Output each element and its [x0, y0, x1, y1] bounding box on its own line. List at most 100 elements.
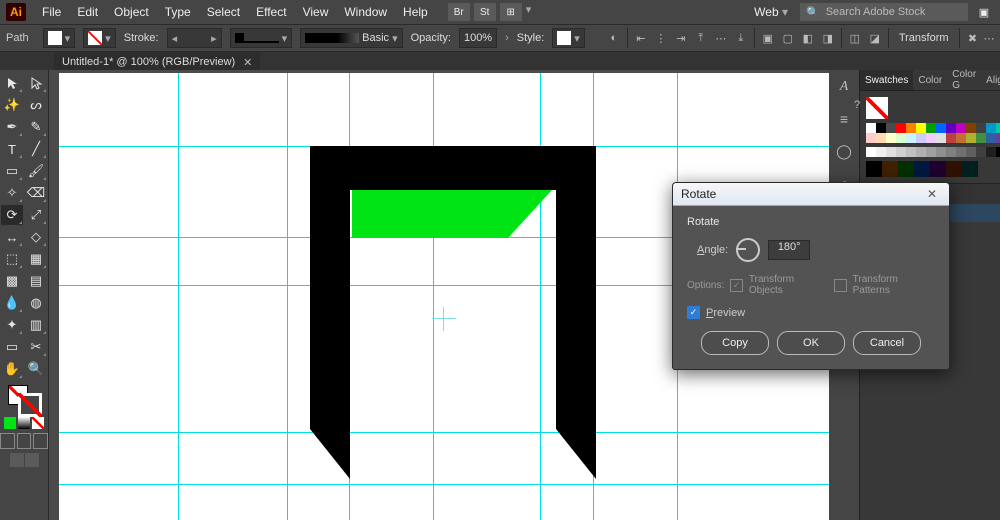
shape-minus-icon[interactable]: ▢	[779, 29, 797, 47]
pen-tool[interactable]: ✒	[1, 117, 23, 137]
graph-tool[interactable]: ▥	[25, 315, 47, 335]
guide-vertical[interactable]	[287, 73, 288, 520]
bridge-icon[interactable]: Br	[448, 3, 470, 21]
artboard-tool[interactable]: ▭	[1, 337, 23, 357]
tab-color[interactable]: Color	[913, 70, 947, 90]
close-icon[interactable]: ✕	[923, 186, 941, 202]
current-swatch-none[interactable]	[866, 97, 888, 119]
transform-panel-button[interactable]: Transform	[893, 32, 955, 44]
stroke-weight-input[interactable]: ◂▸	[167, 28, 222, 48]
guide-vertical[interactable]	[433, 73, 434, 520]
search-stock-input[interactable]: 🔍 Search Adobe Stock	[800, 3, 968, 21]
color-mode-none[interactable]	[32, 417, 44, 429]
symbol-sprayer-tool[interactable]: ✦	[1, 315, 23, 335]
preview-checkbox[interactable]: ✓	[687, 306, 700, 319]
fill-swatch[interactable]: ▾	[43, 28, 76, 48]
green-shape[interactable]	[352, 190, 552, 238]
align-top-icon[interactable]: ⤒	[692, 29, 710, 47]
var-width-profile[interactable]: ▾	[230, 28, 293, 48]
opacity-presets[interactable]: ›	[505, 32, 509, 44]
hand-tool[interactable]: ✋	[1, 359, 23, 379]
stroke-swatch[interactable]: ▾	[83, 28, 116, 48]
menu-help[interactable]: Help	[395, 5, 436, 19]
swatch[interactable]	[876, 123, 886, 133]
screen-mode-toggle[interactable]	[0, 453, 48, 467]
swatch[interactable]	[886, 123, 896, 133]
paintbrush-tool[interactable]: 🖌	[25, 161, 47, 181]
gradient-tool[interactable]: ▤	[25, 271, 47, 291]
swatch[interactable]	[956, 147, 966, 157]
isolate-icon[interactable]: ◫	[846, 29, 864, 47]
width-tool[interactable]: ↔	[1, 227, 23, 247]
swatch[interactable]	[916, 133, 926, 143]
dialog-titlebar[interactable]: Rotate ✕	[673, 183, 949, 206]
cancel-button[interactable]: Cancel	[853, 331, 921, 355]
swatch[interactable]	[996, 133, 1000, 143]
align-left-icon[interactable]: ⇤	[632, 29, 650, 47]
right-bar-shape[interactable]	[556, 146, 596, 429]
mesh-tool[interactable]: ▩	[1, 271, 23, 291]
tab-color-guide[interactable]: Color G	[947, 70, 981, 90]
menu-view[interactable]: View	[295, 5, 337, 19]
stroke-panel-icon[interactable]: ≡	[833, 108, 855, 130]
overflow-icon[interactable]: ⋯	[984, 32, 995, 45]
menu-effect[interactable]: Effect	[248, 5, 294, 19]
swatch[interactable]	[966, 147, 976, 157]
menu-type[interactable]: Type	[157, 5, 199, 19]
align-vcenter-icon[interactable]: ⋯	[712, 29, 730, 47]
align-bottom-icon[interactable]: ⤓	[732, 29, 750, 47]
swatch[interactable]	[956, 123, 966, 133]
swatch[interactable]	[946, 123, 956, 133]
align-right-icon[interactable]: ⇥	[672, 29, 690, 47]
swatch[interactable]	[976, 123, 986, 133]
swatch[interactable]	[898, 161, 914, 177]
menu-select[interactable]: Select	[199, 5, 248, 19]
swatch[interactable]	[882, 161, 898, 177]
menu-edit[interactable]: Edit	[69, 5, 106, 19]
swatch[interactable]	[996, 123, 1000, 133]
swatch[interactable]	[926, 147, 936, 157]
tab-swatches[interactable]: Swatches	[860, 70, 913, 90]
scale-tool[interactable]: ⤢	[25, 205, 47, 225]
swatch[interactable]	[930, 161, 946, 177]
swatch[interactable]	[876, 147, 886, 157]
rotation-center-icon[interactable]	[432, 307, 456, 331]
swatch[interactable]	[936, 123, 946, 133]
swatch[interactable]	[956, 133, 966, 143]
rectangle-tool[interactable]: ▭	[1, 161, 23, 181]
lasso-tool[interactable]: ᔕ	[25, 95, 47, 115]
recolor-icon[interactable]: ◐	[605, 29, 623, 47]
magic-wand-tool[interactable]: ✨	[1, 95, 23, 115]
stroke-indicator[interactable]	[18, 393, 42, 417]
swatch[interactable]	[906, 147, 916, 157]
menu-object[interactable]: Object	[106, 5, 157, 19]
swatch[interactable]	[866, 147, 876, 157]
type-tool[interactable]: T	[1, 139, 23, 159]
swatch[interactable]	[866, 161, 882, 177]
char-panel-icon[interactable]: A	[833, 76, 855, 98]
opacity-input[interactable]: 100%	[459, 28, 497, 48]
eraser-tool[interactable]: ⌫	[25, 183, 47, 203]
align-hcenter-icon[interactable]: ⋮	[652, 29, 670, 47]
menu-window[interactable]: Window	[336, 5, 395, 19]
chevron-down-icon[interactable]: ▾	[526, 3, 532, 21]
shape-intersect-icon[interactable]: ◧	[799, 29, 817, 47]
draw-behind-icon[interactable]	[17, 433, 32, 449]
draw-normal-icon[interactable]	[0, 433, 15, 449]
brush-definition[interactable]: Basic▾	[300, 28, 402, 48]
curvature-tool[interactable]: ✎	[25, 117, 47, 137]
guide-horizontal[interactable]	[59, 432, 829, 433]
swatch[interactable]	[986, 123, 996, 133]
swatch[interactable]	[914, 161, 930, 177]
eyedropper-tool[interactable]: 💧	[1, 293, 23, 313]
stock-icon[interactable]: St	[474, 3, 496, 21]
ok-button[interactable]: OK	[777, 331, 845, 355]
zoom-tool[interactable]: 🔍	[25, 359, 47, 379]
guide-horizontal[interactable]	[59, 484, 829, 485]
swatch[interactable]	[962, 161, 978, 177]
color-mode-color[interactable]	[4, 417, 16, 429]
close-tab-icon[interactable]: ✕	[243, 56, 252, 69]
draw-inside-icon[interactable]	[33, 433, 48, 449]
slice-tool[interactable]: ✂	[25, 337, 47, 357]
swatch[interactable]	[946, 133, 956, 143]
